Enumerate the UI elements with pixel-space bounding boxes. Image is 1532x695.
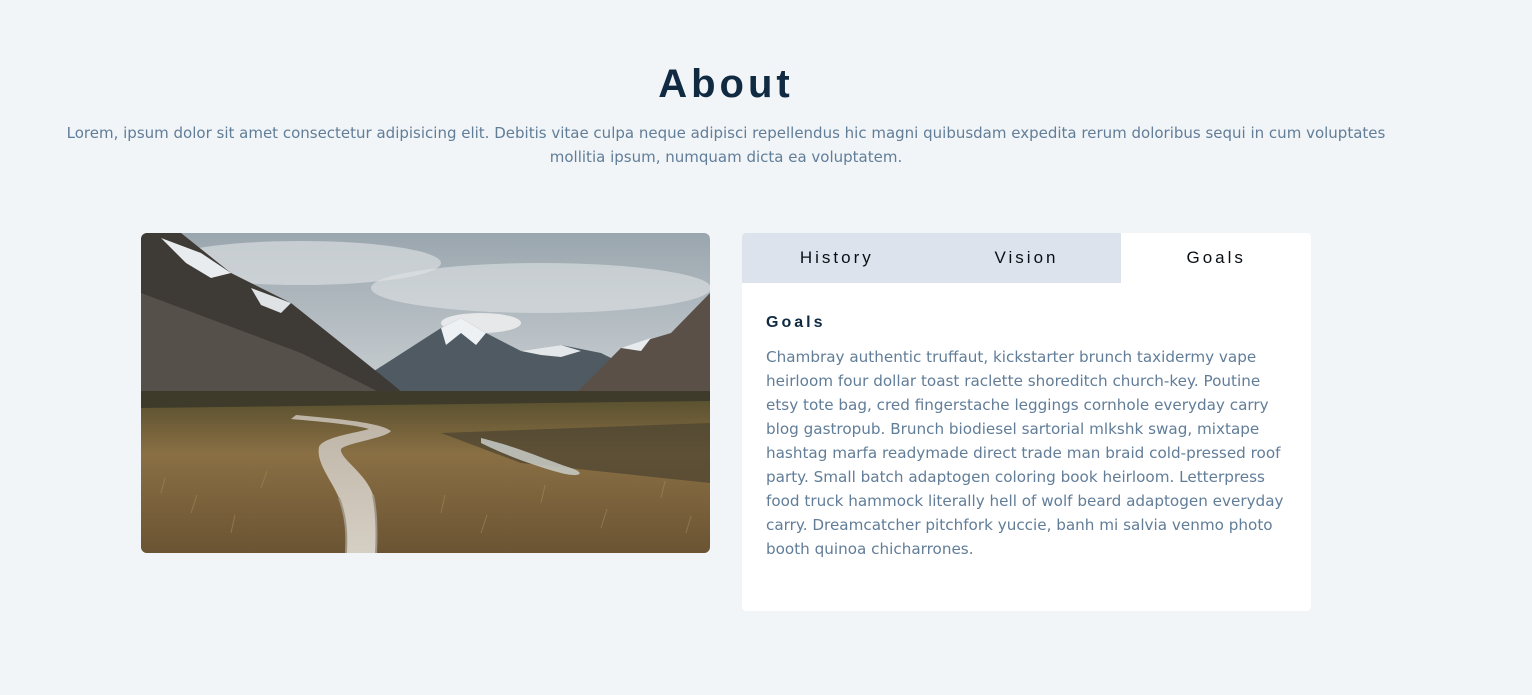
tab-history[interactable]: History xyxy=(742,233,932,283)
section-intro: Lorem, ipsum dolor sit amet consectetur … xyxy=(66,124,1386,166)
mountain-trail-image xyxy=(141,233,710,553)
about-section: About Lorem, ipsum dolor sit amet consec… xyxy=(0,0,1532,695)
tab-content: Goals Chambray authentic truffaut, kicks… xyxy=(742,283,1311,561)
about-info-card: History Vision Goals Goals Chambray auth… xyxy=(742,233,1311,611)
tab-bar: History Vision Goals xyxy=(742,233,1311,283)
section-title: About xyxy=(658,62,794,106)
content-body: Chambray authentic truffaut, kickstarter… xyxy=(766,348,1284,558)
tab-vision[interactable]: Vision xyxy=(931,233,1122,283)
content-heading: Goals xyxy=(766,314,826,331)
tab-goals[interactable]: Goals xyxy=(1121,233,1311,283)
